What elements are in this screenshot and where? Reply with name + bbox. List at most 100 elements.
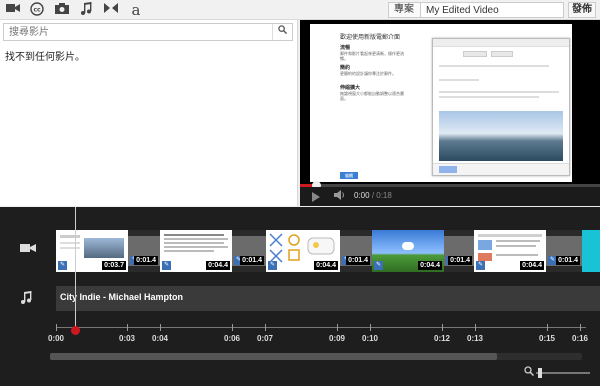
total-duration: / 0:18 [371, 191, 392, 200]
video-preview: 歡迎使用新版電郵介面 流暢 郵件和影片看起來更清晰，操作更流暢。 簡約 更簡約的… [300, 20, 600, 206]
clip-thumbnail [582, 230, 600, 272]
cc-icon[interactable]: cc [27, 2, 47, 18]
video-clip[interactable]: ✎ 0:04.4 [160, 230, 232, 272]
ruler-tick [265, 324, 266, 331]
slide-title: 歡迎使用新版電郵介面 [340, 35, 401, 41]
clip-duration: 0:04.4 [314, 261, 338, 270]
ruler-tick [580, 324, 581, 331]
transition-clip[interactable]: ✎ 0:01.4 [232, 236, 266, 266]
wand-icon[interactable]: ✎ [374, 261, 383, 270]
wand-icon[interactable]: ✎ [476, 261, 485, 270]
clip-duration: 0:03.7 [102, 261, 126, 270]
camera-icon[interactable] [52, 2, 72, 18]
playhead-handle[interactable] [71, 326, 80, 335]
timeline-scrollbar[interactable] [50, 353, 582, 360]
wand-icon[interactable]: ✎ [268, 261, 277, 270]
wand-icon[interactable]: ✎ [58, 261, 67, 270]
text-line [439, 91, 559, 93]
clip-duration: 0:04.4 [418, 261, 442, 270]
clip-duration: 0:01.4 [448, 256, 472, 265]
ruler-tick-label: 0:16 [571, 334, 589, 343]
audio-track-icon [20, 291, 34, 308]
zoom-icon [524, 366, 535, 378]
ruler-tick-label: 0:15 [538, 334, 556, 343]
slide-heading: 簡約 [340, 65, 351, 71]
video-track-icon [20, 242, 36, 257]
text-icon-glyph: a [131, 1, 141, 19]
scrollbar-thumb[interactable] [50, 353, 497, 360]
ruler-tick-label: 0:03 [118, 334, 136, 343]
project-title-input[interactable] [420, 2, 564, 18]
video-track: ✎ 0:03.7 ✎ 0:01.4 ✎ 0:04.4 ✎ 0:01.4 [56, 230, 600, 272]
text-line [439, 79, 479, 81]
project-button-label: 專案 [394, 4, 414, 15]
ruler-tick [337, 324, 338, 331]
ruler-tick [547, 324, 548, 331]
clip-duration: 0:04.4 [520, 261, 544, 270]
ruler-tick-label: 0:09 [328, 334, 346, 343]
ruler-tick [160, 324, 161, 331]
window-footer [433, 163, 569, 175]
search-input[interactable] [4, 24, 274, 40]
clip-duration: 0:01.4 [240, 256, 264, 265]
clip-duration: 0:01.4 [134, 256, 158, 265]
ruler-tick-label: 0:04 [151, 334, 169, 343]
slide-heading: 流暢 [340, 45, 351, 51]
ruler-tick [442, 324, 443, 331]
zoom-slider[interactable] [536, 368, 590, 378]
search-icon [278, 25, 288, 35]
slide-text: 無論視窗大小都能自動調整以適合畫面。 [340, 91, 404, 101]
time-display: 0:00 / 0:18 [354, 191, 392, 200]
video-library-panel: 找不到任何影片。 [0, 20, 298, 206]
ruler-tick-label: 0:12 [433, 334, 451, 343]
ruler-tick [370, 324, 371, 331]
search-button[interactable] [272, 24, 292, 40]
recipient-chip [463, 51, 487, 57]
video-clip[interactable] [582, 230, 600, 272]
transition-icon[interactable] [101, 2, 121, 18]
audio-track[interactable]: City Indie - Michael Hampton [56, 286, 600, 311]
publish-button[interactable]: 發佈 [568, 2, 596, 18]
no-results-message: 找不到任何影片。 [5, 52, 85, 63]
transition-clip[interactable]: ✎ 0:01.4 [546, 236, 582, 266]
volume-icon[interactable] [334, 189, 346, 204]
transition-clip[interactable]: ✎ 0:01.4 [340, 236, 372, 266]
clip-duration: 0:01.4 [346, 256, 370, 265]
slide-continue-button: 繼續 [340, 172, 358, 179]
svg-text:cc: cc [33, 7, 41, 14]
transition-clip[interactable]: ✎ 0:01.4 [128, 236, 160, 266]
clip-duration: 0:04.4 [206, 261, 230, 270]
preview-frame: 歡迎使用新版電郵介面 流暢 郵件和影片看起來更清晰，操作更流暢。 簡約 更簡約的… [310, 24, 572, 182]
ruler-tick-label: 0:10 [361, 334, 379, 343]
editor-toolbar: cc a 專案 ▼ 發佈 [0, 0, 600, 20]
ruler-tick-label: 0:00 [47, 334, 65, 343]
slide-heading: 伸縮擴大 [340, 85, 361, 91]
playhead-line[interactable] [75, 207, 76, 335]
timeline-ruler[interactable] [56, 327, 586, 328]
video-camera-icon[interactable] [3, 2, 23, 18]
window-header [433, 39, 569, 47]
player-controls: 0:00 / 0:18 [300, 187, 600, 206]
ruler-tick [232, 324, 233, 331]
play-icon[interactable] [312, 192, 320, 202]
clip-duration: 0:01.4 [556, 256, 580, 265]
video-clip[interactable]: ✎ 0:04.4 [372, 230, 444, 272]
wand-icon[interactable]: ✎ [162, 261, 171, 270]
ruler-tick [127, 324, 128, 331]
landscape-photo [439, 111, 563, 161]
video-clip[interactable]: ✎ 0:04.4 [266, 230, 340, 272]
text-icon[interactable]: a [126, 2, 146, 18]
transition-clip[interactable]: ✎ 0:01.4 [444, 236, 474, 266]
ruler-tick-label: 0:13 [466, 334, 484, 343]
recipient-chip [491, 51, 513, 57]
text-line [439, 96, 539, 98]
ruler-tick [56, 324, 57, 331]
zoom-slider-handle[interactable] [537, 368, 542, 378]
ruler-tick-label: 0:06 [223, 334, 241, 343]
text-line [439, 65, 549, 67]
video-clip[interactable]: ✎ 0:04.4 [474, 230, 546, 272]
ruler-tick-label: 0:07 [256, 334, 274, 343]
music-note-icon[interactable] [77, 2, 97, 18]
video-clip[interactable]: ✎ 0:03.7 [56, 230, 128, 272]
send-button [439, 166, 457, 173]
